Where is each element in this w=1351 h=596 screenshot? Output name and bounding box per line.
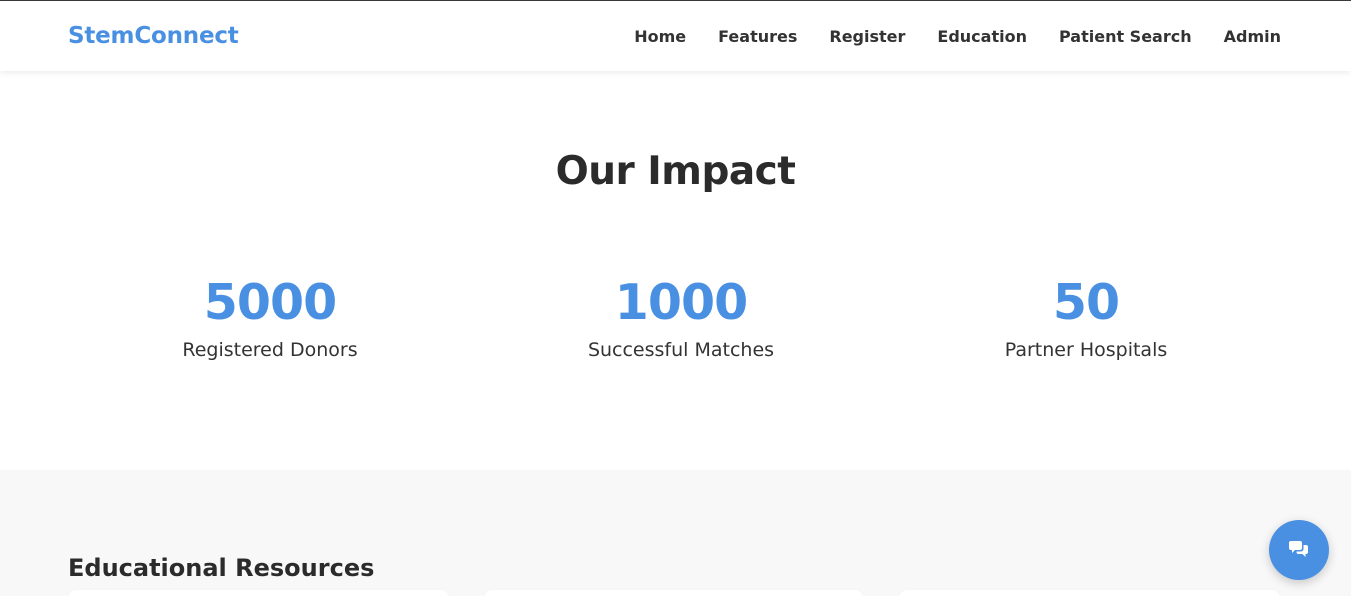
nav-register[interactable]: Register [829, 27, 905, 46]
education-section: Educational Resources [0, 470, 1351, 596]
nav-features[interactable]: Features [718, 27, 797, 46]
impact-section: Our Impact 5000 Registered Donors 1000 S… [0, 71, 1351, 470]
stat-number: 1000 [614, 274, 748, 331]
resource-card[interactable] [484, 590, 863, 596]
chat-bubbles-icon [1289, 539, 1309, 561]
main-nav: Home Features Register Education Patient… [602, 27, 1281, 46]
education-title: Educational Resources [68, 554, 375, 582]
stat-successful-matches: 1000 Successful Matches [531, 274, 831, 361]
stat-registered-donors: 5000 Registered Donors [120, 274, 420, 361]
stat-label: Registered Donors [182, 339, 358, 361]
impact-title: Our Impact [555, 149, 796, 194]
resource-card[interactable] [68, 590, 449, 596]
stat-partner-hospitals: 50 Partner Hospitals [936, 274, 1236, 361]
resource-card[interactable] [899, 590, 1280, 596]
nav-education[interactable]: Education [937, 27, 1027, 46]
nav-home[interactable]: Home [634, 27, 686, 46]
stat-label: Successful Matches [587, 339, 775, 361]
nav-patient-search[interactable]: Patient Search [1059, 27, 1192, 46]
chat-button[interactable] [1269, 520, 1329, 580]
nav-admin[interactable]: Admin [1224, 27, 1281, 46]
stat-label: Partner Hospitals [1004, 339, 1168, 361]
site-logo[interactable]: StemConnect [68, 23, 239, 49]
stat-number: 5000 [203, 274, 337, 331]
stat-number: 50 [1052, 274, 1120, 331]
navbar: StemConnect Home Features Register Educa… [0, 1, 1351, 71]
